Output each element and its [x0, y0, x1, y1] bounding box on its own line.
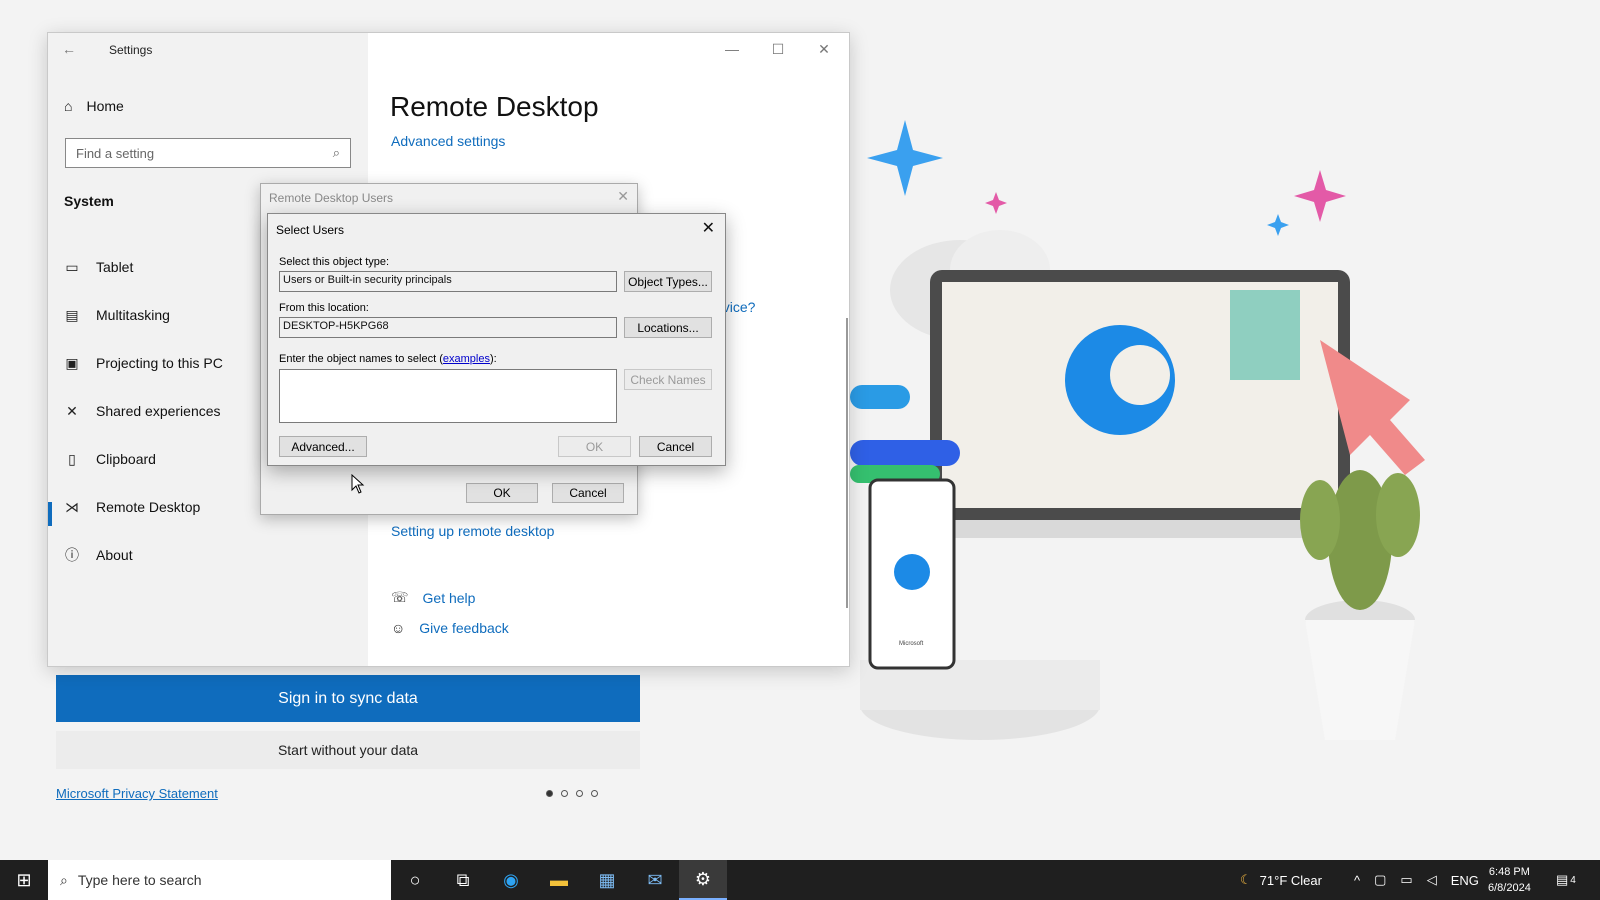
notification-center-icon[interactable]: ▤ 4: [1556, 860, 1576, 900]
ok-button[interactable]: OK: [466, 483, 538, 503]
taskbar-search-placeholder: Type here to search: [77, 872, 202, 888]
scrollbar[interactable]: [846, 318, 848, 608]
multitasking-icon: ▤: [65, 306, 79, 323]
sidebar-item-label: About: [96, 547, 133, 563]
weather-text: 71°F Clear: [1259, 872, 1322, 888]
chevron-up-icon[interactable]: ^: [1354, 873, 1360, 888]
search-icon: ⌕: [332, 145, 340, 160]
object-names-input[interactable]: [279, 369, 617, 423]
phone-brand-text: Microsoft: [899, 641, 924, 647]
close-icon[interactable]: ✕: [617, 188, 629, 205]
pager-dot-4[interactable]: [591, 790, 598, 797]
get-help-link[interactable]: ☏ Get help: [391, 589, 475, 606]
pager-dot-1[interactable]: [546, 790, 553, 797]
store-icon[interactable]: ▦: [583, 860, 631, 900]
minimize-icon[interactable]: —: [717, 41, 747, 57]
feedback-icon: ☺: [391, 620, 406, 636]
object-type-field: Users or Built-in security principals: [279, 271, 617, 292]
cancel-button[interactable]: Cancel: [552, 483, 624, 503]
sidebar-item-label: Remote Desktop: [96, 499, 201, 515]
edge-welcome-illustration: Microsoft: [850, 120, 1425, 740]
remote-desktop-icon: ⋊: [65, 498, 79, 515]
shared-experiences-icon: ✕: [66, 402, 78, 419]
object-names-label-suffix: ):: [489, 353, 497, 365]
object-type-label: Select this object type:: [279, 256, 390, 268]
start-windows-icon[interactable]: ⊞: [0, 860, 48, 900]
object-names-label: Enter the object names to select (exampl…: [279, 353, 497, 365]
object-names-label-text: Enter the object names to select (: [279, 353, 443, 365]
edge-icon[interactable]: ◉: [487, 860, 535, 900]
location-field: DESKTOP-H5KPG68: [279, 317, 617, 338]
sidebar-item-label: Clipboard: [96, 451, 156, 467]
location-label: From this location:: [279, 302, 369, 314]
dialog-title: Select Users: [276, 223, 345, 237]
sign-in-sync-button[interactable]: Sign in to sync data: [56, 675, 640, 722]
weather-widget[interactable]: ☾ 71°F Clear: [1240, 860, 1322, 900]
help-icon: ☏: [391, 589, 409, 605]
home-icon: ⌂: [64, 98, 73, 114]
page-title: Remote Desktop: [390, 91, 599, 122]
examples-link[interactable]: examples: [443, 353, 490, 365]
notification-icon: ▤: [1556, 872, 1569, 887]
meet-icon[interactable]: ▢: [1374, 872, 1386, 888]
mouse-cursor-icon: [351, 474, 365, 494]
clock-time: 6:48 PM: [1488, 866, 1530, 878]
locations-button[interactable]: Locations...: [624, 317, 712, 338]
close-icon[interactable]: ✕: [702, 218, 715, 238]
object-types-button[interactable]: Object Types...: [624, 271, 712, 292]
settings-gear-icon[interactable]: ⚙: [679, 860, 727, 900]
check-names-button[interactable]: Check Names: [624, 369, 712, 390]
sidebar-item-about[interactable]: ⓘ About: [64, 543, 354, 567]
moon-icon: ☾: [1240, 872, 1252, 887]
advanced-settings-link[interactable]: Advanced settings: [391, 133, 505, 149]
sidebar-item-label: Multitasking: [96, 307, 170, 323]
notification-count: 4: [1570, 874, 1576, 886]
projecting-icon: ▣: [65, 354, 79, 371]
select-users-dialog: Select Users ✕ Select this object type: …: [267, 213, 726, 466]
file-explorer-icon[interactable]: ▬: [535, 860, 583, 900]
network-icon[interactable]: ▭: [1400, 872, 1412, 888]
taskbar-search-input[interactable]: ⌕ Type here to search: [48, 860, 391, 900]
volume-muted-icon[interactable]: ◁: [1427, 872, 1437, 888]
section-heading: System: [64, 193, 114, 209]
give-feedback-link[interactable]: ☺ Give feedback: [391, 620, 509, 636]
advanced-button[interactable]: Advanced...: [279, 436, 367, 457]
give-feedback-label: Give feedback: [419, 620, 509, 636]
clipboard-icon: ▯: [68, 450, 76, 467]
get-help-label: Get help: [422, 589, 476, 606]
pager-dot-2[interactable]: [561, 790, 568, 797]
cancel-button[interactable]: Cancel: [639, 436, 712, 457]
tablet-icon: ▭: [65, 258, 79, 275]
pager-dot-3[interactable]: [576, 790, 583, 797]
cortana-icon[interactable]: ○: [391, 860, 439, 900]
mail-icon[interactable]: ✉: [631, 860, 679, 900]
search-icon: ⌕: [60, 871, 68, 888]
task-view-icon[interactable]: ⧉: [439, 860, 487, 900]
close-icon[interactable]: ✕: [809, 41, 839, 58]
pager-dots: [546, 790, 598, 797]
clock[interactable]: 6:48 PM 6/8/2024: [1488, 860, 1531, 900]
active-indicator: [48, 502, 52, 526]
sidebar-item-label: Tablet: [96, 259, 134, 275]
info-icon: ⓘ: [65, 547, 79, 563]
language-indicator[interactable]: ENG: [1451, 873, 1479, 888]
start-without-data-button[interactable]: Start without your data: [56, 731, 640, 769]
home-label: Home: [86, 98, 124, 114]
sidebar-item-label: Shared experiences: [96, 403, 221, 419]
dialog-title: Remote Desktop Users: [269, 191, 394, 205]
clock-date: 6/8/2024: [1488, 882, 1531, 894]
home-nav[interactable]: ⌂ Home: [64, 98, 124, 114]
sidebar-item-label: Projecting to this PC: [96, 355, 223, 371]
taskbar: ⊞ ⌕ Type here to search ○ ⧉ ◉ ▬ ▦ ✉ ⚙ ☾ …: [0, 860, 1600, 900]
ok-button[interactable]: OK: [558, 436, 631, 457]
back-arrow-icon[interactable]: ←: [62, 41, 76, 57]
find-setting-placeholder: Find a setting: [76, 145, 155, 161]
system-tray: ^ ▢ ▭ ◁ ENG: [1354, 860, 1479, 900]
setup-remote-desktop-link[interactable]: Setting up remote desktop: [391, 523, 554, 539]
window-title: Settings: [109, 43, 153, 57]
maximize-icon[interactable]: ☐: [763, 41, 793, 58]
privacy-statement-link[interactable]: Microsoft Privacy Statement: [56, 786, 218, 801]
find-setting-input[interactable]: Find a setting ⌕: [65, 138, 351, 168]
